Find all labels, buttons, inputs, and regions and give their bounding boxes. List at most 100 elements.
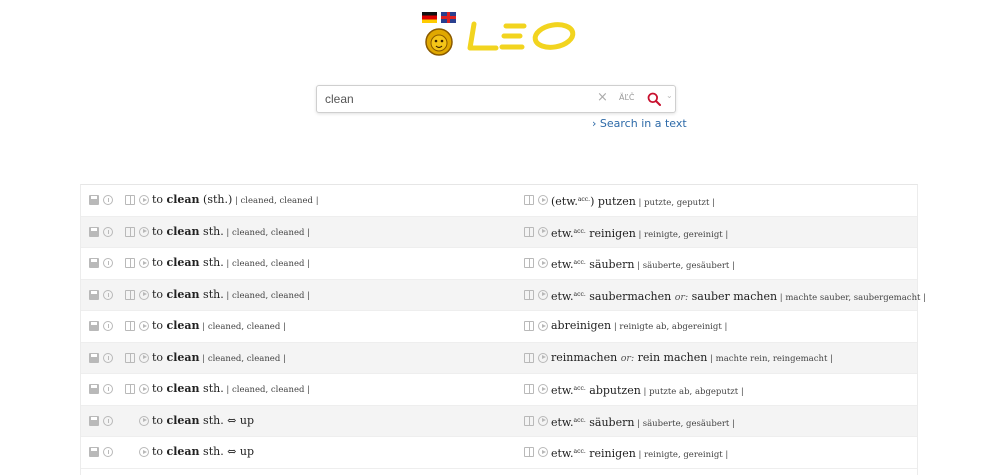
- book-icon[interactable]: [524, 226, 534, 237]
- info-icon[interactable]: [103, 195, 113, 205]
- inflection-forms: | säuberte, gesäubert |: [634, 261, 735, 271]
- english-entry[interactable]: to clean | cleaned, cleaned |: [152, 343, 286, 374]
- german-entry[interactable]: etw.acc. reinigen | reinigte, gereinigt …: [551, 437, 728, 470]
- audio-play-icon[interactable]: [538, 415, 548, 426]
- info-icon[interactable]: [103, 258, 113, 268]
- english-entry[interactable]: to clean sth. | cleaned, cleaned |: [152, 280, 310, 311]
- audio-play-icon[interactable]: [139, 415, 149, 426]
- german-entry[interactable]: etw.acc. säubern | säuberte, gesäubert |: [551, 248, 735, 281]
- alt-spelling-marker: or:: [620, 352, 635, 364]
- inflection-forms: | cleaned, cleaned |: [223, 385, 310, 395]
- entry-text: to: [152, 256, 167, 269]
- info-icon[interactable]: [103, 447, 113, 457]
- audio-play-icon[interactable]: [139, 258, 149, 268]
- case-marker: acc.: [577, 196, 591, 203]
- book-icon[interactable]: [125, 352, 135, 363]
- book-icon[interactable]: [125, 226, 135, 237]
- audio-play-icon[interactable]: [139, 384, 149, 394]
- audio-play-icon[interactable]: [538, 258, 548, 268]
- book-icon[interactable]: [524, 447, 534, 457]
- book-icon[interactable]: [524, 415, 534, 426]
- save-icon[interactable]: [89, 226, 99, 237]
- case-marker: acc.: [573, 290, 586, 298]
- save-icon[interactable]: [89, 447, 99, 457]
- case-marker: acc.: [573, 416, 586, 424]
- search-in-text-label: Search in a text: [599, 117, 687, 130]
- audio-play-icon[interactable]: [538, 195, 548, 205]
- table-row: to clean sth. | cleaned, cleaned | etw.ac…: [81, 279, 926, 311]
- special-characters-button[interactable]: ÄĽČ: [619, 93, 635, 102]
- english-entry[interactable]: to clean sth. | cleaned, cleaned |: [152, 374, 310, 405]
- audio-play-icon[interactable]: [538, 384, 548, 394]
- english-entry[interactable]: to clean sth. | cleaned, cleaned |: [152, 217, 310, 248]
- book-icon[interactable]: [125, 289, 135, 300]
- german-entry[interactable]: (etw.acc.) putzen | putzte, geputzt |: [551, 185, 715, 218]
- german-entry[interactable]: etw.acc. saubermachen or: sauber machen …: [551, 280, 926, 313]
- book-icon[interactable]: [125, 321, 135, 331]
- english-entry[interactable]: to clean (sth.) | cleaned, cleaned |: [152, 185, 319, 216]
- search-in-text-link[interactable]: › Search in a text: [592, 117, 687, 130]
- audio-play-icon[interactable]: [139, 289, 149, 300]
- entry-text: ) putzen: [590, 195, 636, 208]
- search-input[interactable]: [325, 90, 585, 108]
- chevron-down-icon[interactable]: ⌄: [666, 91, 673, 100]
- book-icon[interactable]: [125, 258, 135, 268]
- save-icon[interactable]: [89, 258, 99, 268]
- english-entry[interactable]: to clean sth. ⇔ up: [152, 406, 254, 436]
- save-icon[interactable]: [89, 352, 99, 363]
- book-icon[interactable]: [524, 321, 534, 331]
- save-icon[interactable]: [89, 321, 99, 331]
- audio-play-icon[interactable]: [538, 447, 548, 457]
- entry-text: sth.: [199, 287, 224, 301]
- headword: clean: [166, 224, 200, 238]
- save-icon[interactable]: [89, 195, 99, 205]
- audio-play-icon[interactable]: [538, 321, 548, 331]
- headword: clean: [166, 382, 200, 395]
- info-icon[interactable]: [103, 321, 113, 331]
- english-entry[interactable]: to clean sth. ⇔ up: [152, 437, 254, 467]
- audio-play-icon[interactable]: [538, 226, 548, 237]
- entry-text: säubern: [585, 258, 635, 271]
- info-icon[interactable]: [103, 226, 113, 237]
- book-icon[interactable]: [524, 258, 534, 268]
- results-table: to clean (sth.) | cleaned, cleaned | (etw…: [80, 184, 926, 475]
- search-icon[interactable]: [647, 92, 661, 106]
- audio-play-icon[interactable]: [538, 352, 548, 363]
- audio-play-icon[interactable]: [139, 195, 149, 205]
- inflection-forms: | cleaned, cleaned |: [199, 353, 286, 364]
- inflection-forms: | cleaned, cleaned |: [223, 290, 310, 301]
- info-icon[interactable]: [103, 289, 113, 300]
- info-icon[interactable]: [103, 384, 113, 394]
- book-icon[interactable]: [125, 195, 135, 205]
- german-entry[interactable]: abreinigen | reinigte ab, abgereinigt |: [551, 311, 727, 342]
- book-icon[interactable]: [524, 289, 534, 300]
- clear-icon[interactable]: ×: [597, 90, 608, 105]
- case-marker: acc.: [573, 259, 586, 266]
- info-icon[interactable]: [103, 415, 113, 426]
- german-entry[interactable]: etw.acc. reinigen | reinigte, gereinigt …: [551, 217, 728, 250]
- book-icon[interactable]: [524, 352, 534, 363]
- audio-play-icon[interactable]: [139, 352, 149, 363]
- german-entry[interactable]: etw.acc. abputzen | putzte ab, abgeputzt…: [551, 374, 744, 407]
- entry-text: sth.: [199, 382, 224, 395]
- info-icon[interactable]: [103, 352, 113, 363]
- leo-logo[interactable]: [420, 10, 580, 56]
- book-icon[interactable]: [524, 195, 534, 205]
- german-entry[interactable]: reinmachen or: rein machen | machte rein…: [551, 343, 833, 374]
- audio-play-icon[interactable]: [139, 447, 149, 457]
- save-icon[interactable]: [89, 384, 99, 394]
- inflection-forms: | putzte ab, abgeputzt |: [640, 387, 744, 397]
- table-row: to clean sth. ⇔ up etw.acc. säubern | säu…: [81, 405, 917, 439]
- save-icon[interactable]: [89, 289, 99, 300]
- audio-play-icon[interactable]: [538, 289, 548, 300]
- entry-text: etw.: [551, 226, 574, 240]
- headword: clean: [166, 193, 200, 206]
- book-icon[interactable]: [125, 384, 135, 394]
- english-entry[interactable]: to clean sth. | cleaned, cleaned |: [152, 248, 310, 279]
- audio-play-icon[interactable]: [139, 226, 149, 237]
- save-icon[interactable]: [89, 415, 99, 426]
- german-entry[interactable]: etw.acc. säubern | säuberte, gesäubert |: [551, 406, 735, 439]
- audio-play-icon[interactable]: [139, 321, 149, 331]
- english-entry[interactable]: to clean | cleaned, cleaned |: [152, 311, 286, 342]
- book-icon[interactable]: [524, 384, 534, 394]
